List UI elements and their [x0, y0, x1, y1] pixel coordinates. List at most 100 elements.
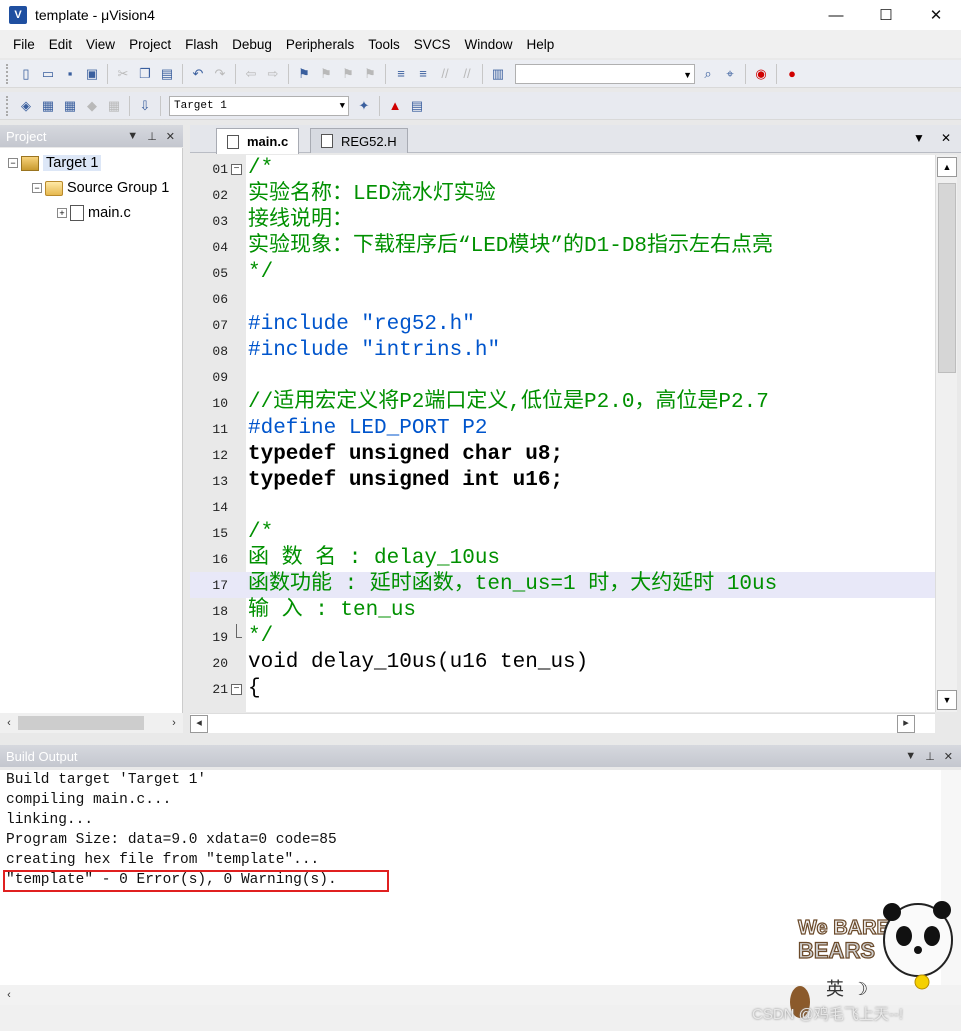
code-line[interactable]: 14	[190, 494, 935, 520]
menu-peripherals[interactable]: Peripherals	[279, 37, 361, 52]
code-line[interactable]: 13 typedef unsigned int u16;	[190, 468, 935, 494]
translate-icon[interactable]: ◈	[17, 97, 35, 115]
bookmark-clear-icon[interactable]: ⚑	[361, 65, 379, 83]
save-all-icon[interactable]: ▣	[83, 65, 101, 83]
nav-forward-icon[interactable]: ⇨	[264, 65, 282, 83]
bookmark-next-icon[interactable]: ⚑	[339, 65, 357, 83]
collapse-toggle[interactable]: −	[8, 158, 18, 168]
pin-icon[interactable]: ⊥	[925, 750, 935, 763]
code-line[interactable]: 08 #include "intrins.h"	[190, 338, 935, 364]
code-line[interactable]: 19 */	[190, 624, 935, 650]
rebuild-icon[interactable]: ▦	[61, 97, 79, 115]
menu-view[interactable]: View	[79, 37, 122, 52]
code-line[interactable]: 12 typedef unsigned char u8;	[190, 442, 935, 468]
menu-debug[interactable]: Debug	[225, 37, 279, 52]
new-file-icon[interactable]: ▯	[17, 65, 35, 83]
paste-icon[interactable]: ▤	[158, 65, 176, 83]
code-line[interactable]: 18 输 入 : ten_us	[190, 598, 935, 624]
project-horizontal-scrollbar[interactable]: ‹ ›	[0, 713, 183, 733]
menu-flash[interactable]: Flash	[178, 37, 225, 52]
close-icon[interactable]: ✕	[166, 130, 175, 143]
unindent-icon[interactable]: ≡	[414, 65, 432, 83]
code-line[interactable]: 21−{	[190, 676, 935, 702]
expand-toggle[interactable]: +	[57, 208, 67, 218]
find-combobox[interactable]: ▼	[515, 63, 695, 84]
target-select[interactable]: Target 1 ▼	[169, 95, 349, 116]
menu-project[interactable]: Project	[122, 37, 178, 52]
code-line[interactable]: 10 //适用宏定义将P2端口定义,低位是P2.0，高位是P2.7	[190, 390, 935, 416]
code-line[interactable]: 07 #include "reg52.h"	[190, 312, 935, 338]
bookmark-prev-icon[interactable]: ⚑	[317, 65, 335, 83]
find-in-files-icon[interactable]: ▥	[489, 65, 507, 83]
code-line[interactable]: 02 实验名称：LED流水灯实验	[190, 182, 935, 208]
indent-icon[interactable]: ≡	[392, 65, 410, 83]
menu-file[interactable]: File	[6, 37, 42, 52]
scroll-left-icon[interactable]: ◂	[190, 714, 208, 733]
close-icon[interactable]: ✕	[941, 131, 951, 145]
cut-icon[interactable]: ✂	[114, 65, 132, 83]
batch-build-icon[interactable]: ◆	[83, 97, 101, 115]
fold-toggle-icon[interactable]: −	[231, 684, 242, 695]
scroll-left-icon[interactable]: ‹	[0, 989, 18, 1001]
menu-tools[interactable]: Tools	[361, 37, 407, 52]
menu-window[interactable]: Window	[457, 37, 519, 52]
scroll-thumb[interactable]	[938, 183, 956, 373]
debug-session-icon[interactable]: ◉	[752, 65, 770, 83]
find-icon[interactable]: ⌖	[721, 65, 739, 83]
scroll-right-icon[interactable]: ›	[165, 717, 183, 729]
open-folder-icon[interactable]: ▭	[39, 65, 57, 83]
code-line[interactable]: 05 */	[190, 260, 935, 286]
code-line[interactable]: 16 函 数 名 : delay_10us	[190, 546, 935, 572]
code-line[interactable]: 04 实验现象：下载程序后“LED模块”的D1-D8指示左右点亮	[190, 234, 935, 260]
tree-item-source-group[interactable]: − Source Group 1	[32, 177, 169, 199]
chevron-down-icon[interactable]: ▼	[340, 101, 345, 111]
code-line[interactable]: 03 接线说明：	[190, 208, 935, 234]
menu-svcs[interactable]: SVCS	[407, 37, 458, 52]
menu-edit[interactable]: Edit	[42, 37, 79, 52]
pin-icon[interactable]: ⊥	[147, 130, 157, 143]
chevron-down-icon[interactable]: ▼	[683, 70, 692, 80]
incremental-find-icon[interactable]: ⌕	[699, 65, 717, 83]
panel-menu-icon[interactable]: ▼	[127, 130, 138, 143]
toolbar-grip[interactable]	[6, 95, 9, 116]
scroll-left-icon[interactable]: ‹	[0, 717, 18, 729]
breakpoint-icon[interactable]: ●	[783, 65, 801, 83]
code-line[interactable]: 01−/*	[190, 156, 935, 182]
code-line[interactable]: 20 void delay_10us(u16 ten_us)	[190, 650, 935, 676]
manage-components-icon[interactable]: ▲	[386, 97, 404, 115]
menu-help[interactable]: Help	[520, 37, 562, 52]
nav-back-icon[interactable]: ⇦	[242, 65, 260, 83]
code-line[interactable]: 17 函数功能 : 延时函数，ten_us=1 时，大约延时 10us	[190, 572, 935, 598]
tree-item-target[interactable]: − Target 1	[8, 152, 102, 174]
tab-list-icon[interactable]: ▼	[913, 131, 925, 145]
comment-icon[interactable]: //	[436, 65, 454, 83]
stop-build-icon[interactable]: ▦	[105, 97, 123, 115]
panel-menu-icon[interactable]: ▼	[905, 750, 916, 763]
save-icon[interactable]: ▪	[61, 65, 79, 83]
code-line[interactable]: 15 /*	[190, 520, 935, 546]
bookmark-toggle-icon[interactable]: ⚑	[295, 65, 313, 83]
editor-vertical-scrollbar[interactable]: ▲ ▼	[935, 155, 957, 712]
uncomment-icon[interactable]: //	[458, 65, 476, 83]
editor-horizontal-scrollbar[interactable]: ◂ ▸	[190, 713, 935, 733]
toolbar-grip[interactable]	[6, 63, 9, 84]
tab-main-c[interactable]: main.c	[216, 128, 300, 154]
build-icon[interactable]: ▦	[39, 97, 57, 115]
tree-item-main-c[interactable]: + main.c	[57, 202, 131, 224]
scroll-up-icon[interactable]: ▲	[937, 157, 957, 177]
select-packs-icon[interactable]: ▤	[408, 97, 426, 115]
close-button[interactable]: ✕	[911, 0, 961, 30]
fold-toggle-icon[interactable]: −	[231, 164, 242, 175]
tab-reg52-h[interactable]: REG52.H	[310, 128, 408, 153]
scroll-down-icon[interactable]: ▼	[937, 690, 957, 710]
close-icon[interactable]: ✕	[944, 750, 953, 763]
code-line[interactable]: 09	[190, 364, 935, 390]
code-line[interactable]: 11 #define LED_PORT P2	[190, 416, 935, 442]
scroll-thumb[interactable]	[18, 716, 144, 730]
download-load-icon[interactable]: ⇩	[136, 97, 154, 115]
code-editor[interactable]: 01−/* 02 实验名称：LED流水灯实验 03 接线说明： 04 实验现象：下载程序后“…	[190, 155, 935, 712]
code-line[interactable]: 06	[190, 286, 935, 312]
redo-icon[interactable]: ↷	[211, 65, 229, 83]
copy-icon[interactable]: ❐	[136, 65, 154, 83]
undo-icon[interactable]: ↶	[189, 65, 207, 83]
